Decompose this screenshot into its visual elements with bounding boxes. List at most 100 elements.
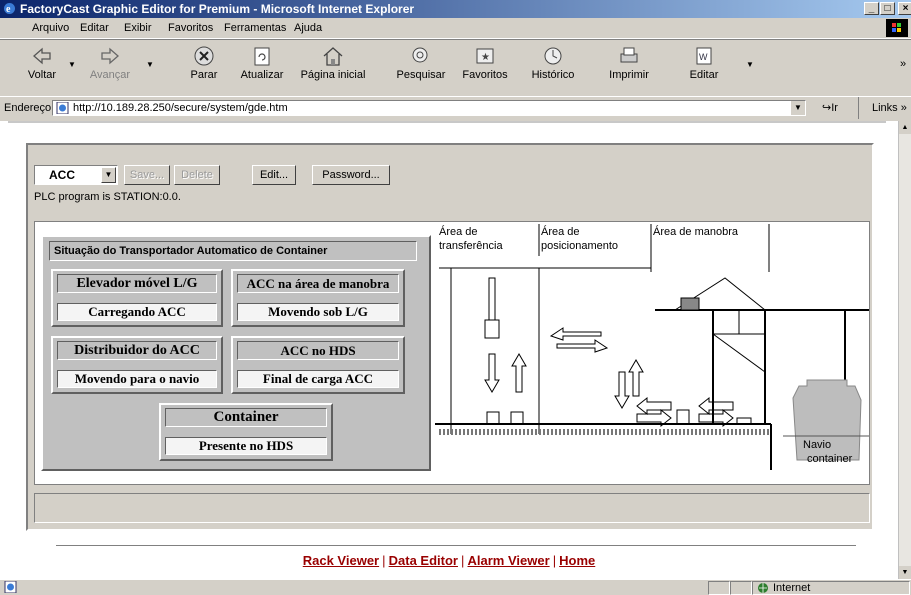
- menu-exibir[interactable]: Exibir: [124, 22, 152, 34]
- stop-button[interactable]: Parar: [184, 45, 224, 81]
- address-input[interactable]: http://10.189.28.250/secure/system/gde.h…: [52, 100, 806, 116]
- zone-transfer-label-2: transferência: [439, 240, 503, 252]
- status-page-icon: [4, 581, 17, 593]
- toolbar-more-chevron[interactable]: »: [900, 58, 906, 70]
- address-url: http://10.189.28.250/secure/system/gde.h…: [73, 102, 288, 114]
- menu-ferramentas[interactable]: Ferramentas: [224, 22, 286, 34]
- home-button[interactable]: Página inicial: [292, 45, 374, 81]
- svg-text:e: e: [6, 4, 11, 15]
- data-editor-link[interactable]: Data Editor: [389, 553, 458, 568]
- cart-2: [510, 411, 524, 425]
- screen-select-value: ACC: [49, 168, 75, 182]
- svg-text:★: ★: [481, 52, 490, 63]
- acc-hds-status-box: ACC no HDS Final de carga ACC: [231, 336, 405, 394]
- go-button[interactable]: ↪Ir: [822, 101, 838, 114]
- arrow-down-1: [484, 353, 500, 393]
- status-panel-title: Situação do Transportador Automatico de …: [49, 241, 417, 261]
- back-arrow-icon: [33, 47, 51, 65]
- container-status-box: Container Presente no HDS: [159, 403, 333, 461]
- history-button[interactable]: Histórico: [524, 45, 582, 81]
- back-dropdown-icon[interactable]: ▼: [68, 60, 76, 69]
- word-edit-icon: W: [696, 47, 712, 65]
- zone-transfer-label-1: Área de: [439, 226, 478, 238]
- refresh-icon: [254, 47, 270, 66]
- cart-1: [486, 411, 500, 425]
- menu-editar[interactable]: Editar: [80, 22, 109, 34]
- distributor-status-value: Movendo para o navio: [57, 370, 217, 388]
- edit-dropdown-icon[interactable]: ▼: [746, 60, 754, 69]
- graphic-editor-applet: ACC ▼ Save... Delete Edit... Password...…: [26, 143, 874, 531]
- arrow-left-1: [549, 327, 602, 341]
- elevator-status-value: Carregando ACC: [57, 303, 217, 321]
- container-status-value: Presente no HDS: [165, 437, 327, 455]
- refresh-button[interactable]: Atualizar: [232, 45, 292, 81]
- status-pane-1: [708, 581, 730, 595]
- favorites-icon: ★: [476, 48, 494, 64]
- page-content: ACC ▼ Save... Delete Edit... Password...…: [0, 121, 898, 579]
- diagram-canvas: Situação do Transportador Automatico de …: [34, 221, 870, 485]
- print-icon: [620, 47, 638, 63]
- zone-positioning-label-1: Área de: [541, 226, 580, 238]
- links-button[interactable]: Links »: [872, 102, 907, 114]
- edit-screen-button[interactable]: Edit...: [252, 165, 296, 185]
- menu-bar: Arquivo Editar Exibir Favoritos Ferramen…: [0, 18, 911, 39]
- screen-select[interactable]: ACC ▼: [34, 165, 118, 185]
- zone-label: Internet: [773, 582, 811, 594]
- page-icon: [56, 102, 69, 114]
- maximize-button[interactable]: □: [880, 2, 895, 15]
- address-dropdown-icon[interactable]: ▼: [790, 101, 805, 115]
- acc-maneuver-status-header: ACC na área de manobra: [237, 274, 399, 293]
- vertical-scrollbar[interactable]: ▲ ▼: [898, 121, 911, 579]
- elevator-carriage: [484, 319, 500, 339]
- arrow-right-1: [556, 339, 609, 353]
- print-button[interactable]: Imprimir: [600, 45, 658, 81]
- status-pane-2: [730, 581, 752, 595]
- home-link[interactable]: Home: [559, 553, 595, 568]
- arrow-down-2: [614, 371, 630, 409]
- back-button[interactable]: Voltar: [20, 45, 64, 81]
- forward-button[interactable]: Avançar: [84, 45, 136, 81]
- scroll-up-icon[interactable]: ▲: [899, 121, 911, 134]
- forward-dropdown-icon[interactable]: ▼: [146, 60, 154, 69]
- footer-links: Rack Viewer | Data Editor | Alarm Viewer…: [302, 553, 596, 568]
- rack-viewer-link[interactable]: Rack Viewer: [303, 553, 379, 568]
- screen-select-arrow-icon[interactable]: ▼: [101, 167, 116, 183]
- menu-favoritos[interactable]: Favoritos: [168, 22, 213, 34]
- window-title-bar: e FactoryCast Graphic Editor for Premium…: [0, 0, 911, 18]
- elevator-column: [488, 277, 496, 321]
- container-status-header: Container: [165, 408, 327, 427]
- windows-flag-icon: [886, 19, 908, 37]
- menu-ajuda[interactable]: Ajuda: [294, 22, 322, 34]
- top-rule: [8, 121, 886, 123]
- cart-3: [676, 409, 690, 425]
- arrow-left-3: [698, 396, 734, 416]
- address-bar: Endereço http://10.189.28.250/secure/sys…: [0, 96, 911, 122]
- svg-text:W: W: [699, 52, 708, 62]
- elevator-status-header: Elevador móvel L/G: [57, 274, 217, 293]
- address-label: Endereço: [4, 102, 52, 114]
- address-divider: [858, 97, 859, 119]
- history-icon: [544, 47, 562, 65]
- home-icon: [323, 47, 343, 66]
- plc-program-status: PLC program is STATION:0.0.: [34, 191, 181, 203]
- menu-arquivo[interactable]: Arquivo: [32, 22, 69, 34]
- browser-status-bar: Internet: [0, 579, 911, 595]
- crane-cab: [680, 297, 700, 311]
- close-button[interactable]: ×: [898, 2, 911, 15]
- alarm-viewer-link[interactable]: Alarm Viewer: [467, 553, 549, 568]
- search-button[interactable]: Pesquisar: [392, 45, 450, 81]
- container-terminal-diagram: Navio container: [435, 224, 869, 470]
- delete-button[interactable]: Delete: [174, 165, 220, 185]
- scroll-down-icon[interactable]: ▼: [899, 566, 911, 579]
- zone-positioning-label-2: posicionamento: [541, 240, 619, 252]
- favorites-button[interactable]: ★ Favoritos: [456, 45, 514, 81]
- password-button[interactable]: Password...: [312, 165, 390, 185]
- arrow-up-1: [511, 353, 527, 393]
- edit-button[interactable]: W Editar: [680, 45, 728, 81]
- forward-arrow-icon: [101, 47, 119, 65]
- crane-brace-2: [712, 333, 766, 373]
- globe-icon: [758, 583, 768, 593]
- save-button[interactable]: Save...: [124, 165, 170, 185]
- acc-maneuver-status-value: Movendo sob L/G: [237, 303, 399, 321]
- minimize-button[interactable]: _: [864, 2, 879, 15]
